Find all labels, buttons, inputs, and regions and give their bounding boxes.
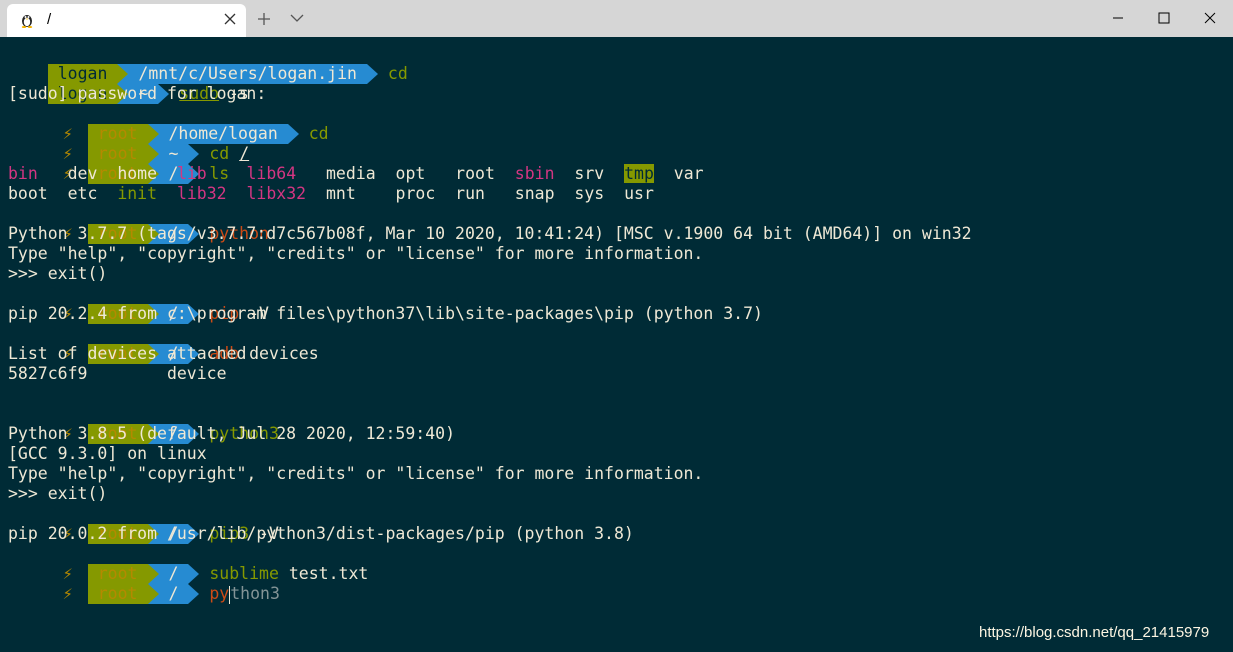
ls-entry: lib (176, 164, 207, 183)
ls-entry: srv (574, 164, 605, 183)
output-line: [sudo] password for logan: (8, 84, 267, 103)
linux-penguin-icon (21, 15, 33, 28)
prompt-separator (188, 584, 200, 604)
plus-icon[interactable] (256, 11, 272, 27)
ls-entry: init (117, 184, 158, 203)
command-args: test.txt (278, 564, 369, 583)
output-line: [GCC 9.3.0] on linux (8, 444, 207, 463)
prompt-line: ⚡ root / sublime test.txt (8, 544, 368, 584)
ls-output-row: boot etc init lib32 libx32 mnt proc run … (8, 184, 674, 204)
tab-title: / (47, 11, 52, 28)
prompt-separator (147, 584, 159, 604)
prompt-line-active[interactable]: ⚡ root / python3 (8, 564, 280, 604)
output-line: 5827c6f9 device (8, 364, 227, 383)
prompt-line: ⚡ root / pip -V (8, 284, 269, 324)
ls-entry: opt (395, 164, 426, 183)
prompt-separator (366, 64, 378, 84)
ls-entry: tmp (624, 164, 654, 183)
tab-terminal[interactable]: / (7, 4, 246, 37)
output-line: pip 20.2.4 from c:\program files\python3… (8, 304, 763, 323)
minimize-icon (1113, 17, 1123, 19)
autosuggestion: thon3 (230, 584, 280, 603)
output-line: Python 3.7.7 (tags/v3.7.7:d7c567b08f, Ma… (8, 224, 972, 243)
ls-entry: usr (624, 184, 654, 203)
prompt-line: ⚡ root ~ cd / (8, 124, 249, 164)
prompt-line: ⚡ root / python3 (8, 404, 279, 444)
close-icon (1204, 12, 1216, 24)
maximize-icon (1158, 12, 1170, 24)
close-tab-icon[interactable] (223, 12, 237, 26)
prompt-line: ⚡ root/home/logan cd (8, 104, 329, 144)
output-line: List of devices attached (8, 344, 247, 363)
command-args: / (239, 144, 250, 163)
command: cd (387, 64, 408, 83)
typed-command[interactable]: py (209, 584, 229, 603)
maximize-button[interactable] (1141, 0, 1187, 37)
prompt-user: root (87, 584, 148, 604)
ls-entry: run (455, 184, 485, 203)
command: cd (308, 124, 329, 143)
minimize-button[interactable] (1095, 0, 1141, 37)
ls-entry: libx32 (246, 184, 307, 203)
ls-entry: sbin (514, 164, 555, 183)
ls-entry: media (325, 164, 376, 183)
ls-entry: var (673, 164, 704, 183)
ls-entry: dev (67, 164, 98, 183)
output-line: Type "help", "copyright", "credits" or "… (8, 244, 704, 263)
prompt-path: / (158, 584, 189, 604)
ls-entry: bin (8, 164, 38, 183)
output-line: >>> exit() (8, 264, 108, 283)
watermark: https://blog.csdn.net/qq_21415979 (979, 624, 1210, 641)
close-window-button[interactable] (1187, 0, 1233, 37)
prompt-line: ⚡ root / pip3 -V (8, 504, 279, 544)
ls-output-row: bin dev home lib lib64 media opt root sb… (8, 164, 714, 184)
output-line: >>> exit() (8, 484, 108, 503)
ls-entry: sys (574, 184, 605, 203)
lightning-icon: ⚡ (62, 584, 73, 603)
output-line: Type "help", "copyright", "credits" or "… (8, 464, 704, 483)
ls-entry: home (117, 164, 158, 183)
output-line: pip 20.0.2 from /usr/lib/python3/dist-pa… (8, 524, 634, 543)
prompt-line: ⚡ root / python (8, 204, 269, 244)
prompt-line: logan ~ sudo -s (8, 64, 249, 104)
ls-entry: snap (514, 184, 555, 203)
ls-entry: root (455, 164, 495, 183)
ls-entry: proc (395, 184, 436, 203)
title-bar: / (0, 0, 1233, 37)
ls-entry: mnt (325, 184, 356, 203)
ls-entry: etc (67, 184, 98, 203)
prompt-line: ⚡ root / ls (8, 144, 229, 184)
ls-entry: lib32 (176, 184, 227, 203)
prompt-line: ⚡ root / adb devices (8, 324, 319, 364)
command-args: devices (239, 344, 319, 363)
prompt-separator (287, 124, 299, 144)
ls-entry: lib64 (246, 164, 297, 183)
terminal-output[interactable]: logan/mnt/c/Users/logan.jin cd logan ~ su… (0, 37, 1233, 652)
chevron-down-icon[interactable] (290, 13, 304, 23)
output-line: Python 3.8.5 (default, Jul 28 2020, 12:5… (8, 424, 456, 443)
prompt-line: logan/mnt/c/Users/logan.jin cd (8, 44, 408, 84)
ls-entry: boot (8, 184, 48, 203)
